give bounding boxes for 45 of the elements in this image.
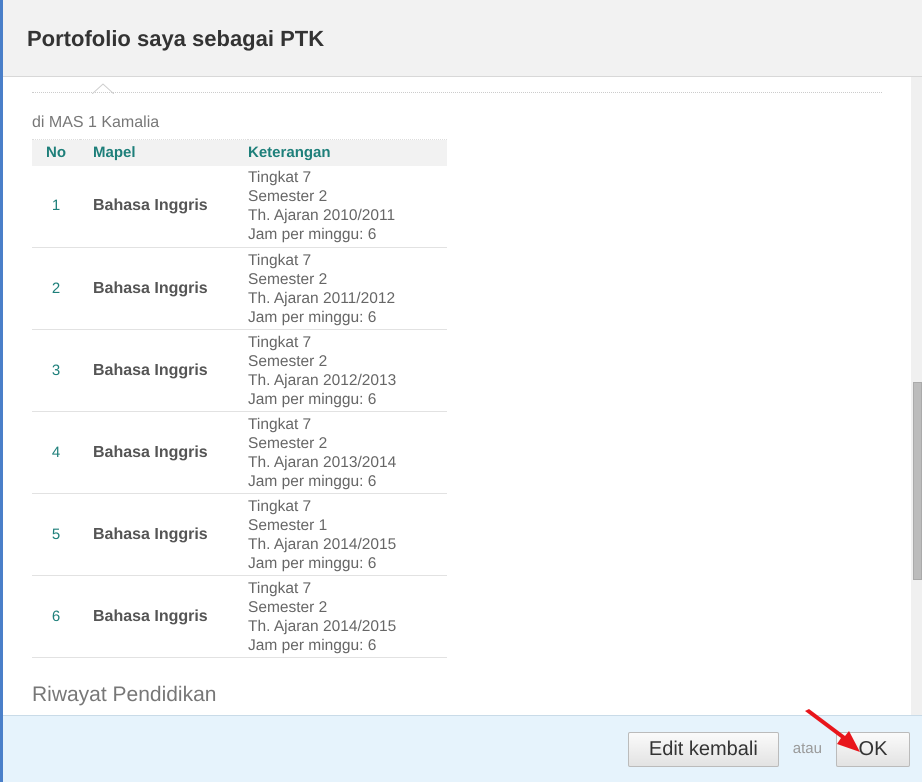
detail-line: Jam per minggu: 6 xyxy=(248,636,378,654)
subject-cell: Bahasa Inggris xyxy=(93,526,208,542)
detail-line: Semester 2 xyxy=(248,434,328,452)
detail-line: Tingkat 7 xyxy=(248,332,312,352)
detail-line: Semester 1 xyxy=(248,516,328,534)
row-number: 4 xyxy=(52,444,60,460)
ok-button[interactable]: OK xyxy=(836,732,910,766)
row-number: 2 xyxy=(52,280,60,296)
detail-line: Th. Ajaran 2013/2014 xyxy=(248,452,398,472)
detail-line: Jam per minggu: 6 xyxy=(248,390,378,408)
subject-cell: Bahasa Inggris xyxy=(93,280,208,296)
section-heading: Riwayat Pendidikan xyxy=(32,682,218,708)
subject-cell: Bahasa Inggris xyxy=(93,197,208,214)
subject-cell: Bahasa Inggris xyxy=(93,444,208,460)
row-number: 6 xyxy=(52,608,60,624)
detail-line: Th. Ajaran 2014/2015 xyxy=(248,534,398,554)
subject-cell: Bahasa Inggris xyxy=(93,608,208,624)
detail-line: Semester 2 xyxy=(248,352,328,370)
detail-line: Tingkat 7 xyxy=(248,578,312,598)
row-number: 1 xyxy=(52,197,60,214)
detail-line: Tingkat 7 xyxy=(248,414,312,434)
detail-line: Jam per minggu: 6 xyxy=(248,308,378,326)
detail-line: Jam per minggu: 6 xyxy=(248,225,378,244)
column-header: No xyxy=(32,140,80,166)
dialog-title: Portofolio saya sebagai PTK xyxy=(27,24,324,53)
detail-line: Tingkat 7 xyxy=(248,250,312,270)
detail-line: Th. Ajaran 2012/2013 xyxy=(248,370,398,390)
detail-line: Th. Ajaran 2014/2015 xyxy=(248,616,398,636)
separator-text: atau xyxy=(792,738,822,759)
detail-line: Th. Ajaran 2011/2012 xyxy=(248,288,396,308)
column-header: Keterangan xyxy=(248,140,447,166)
row-number: 3 xyxy=(52,362,60,378)
row-number: 5 xyxy=(52,526,60,542)
detail-line: Semester 2 xyxy=(248,187,328,206)
detail-line: Semester 2 xyxy=(248,598,328,616)
detail-line: Jam per minggu: 6 xyxy=(248,554,378,572)
detail-line: Th. Ajaran 2010/2011 xyxy=(248,206,396,226)
section-subtitle: di MAS 1 Kamalia xyxy=(32,113,160,133)
detail-line: Semester 2 xyxy=(248,270,328,288)
detail-line: Tingkat 7 xyxy=(248,168,312,188)
detail-line: Tingkat 7 xyxy=(248,496,312,516)
subject-cell: Bahasa Inggris xyxy=(93,362,208,378)
column-header: Mapel xyxy=(80,140,248,166)
edit-button[interactable]: Edit kembali xyxy=(628,732,779,766)
detail-line: Jam per minggu: 6 xyxy=(248,472,378,490)
